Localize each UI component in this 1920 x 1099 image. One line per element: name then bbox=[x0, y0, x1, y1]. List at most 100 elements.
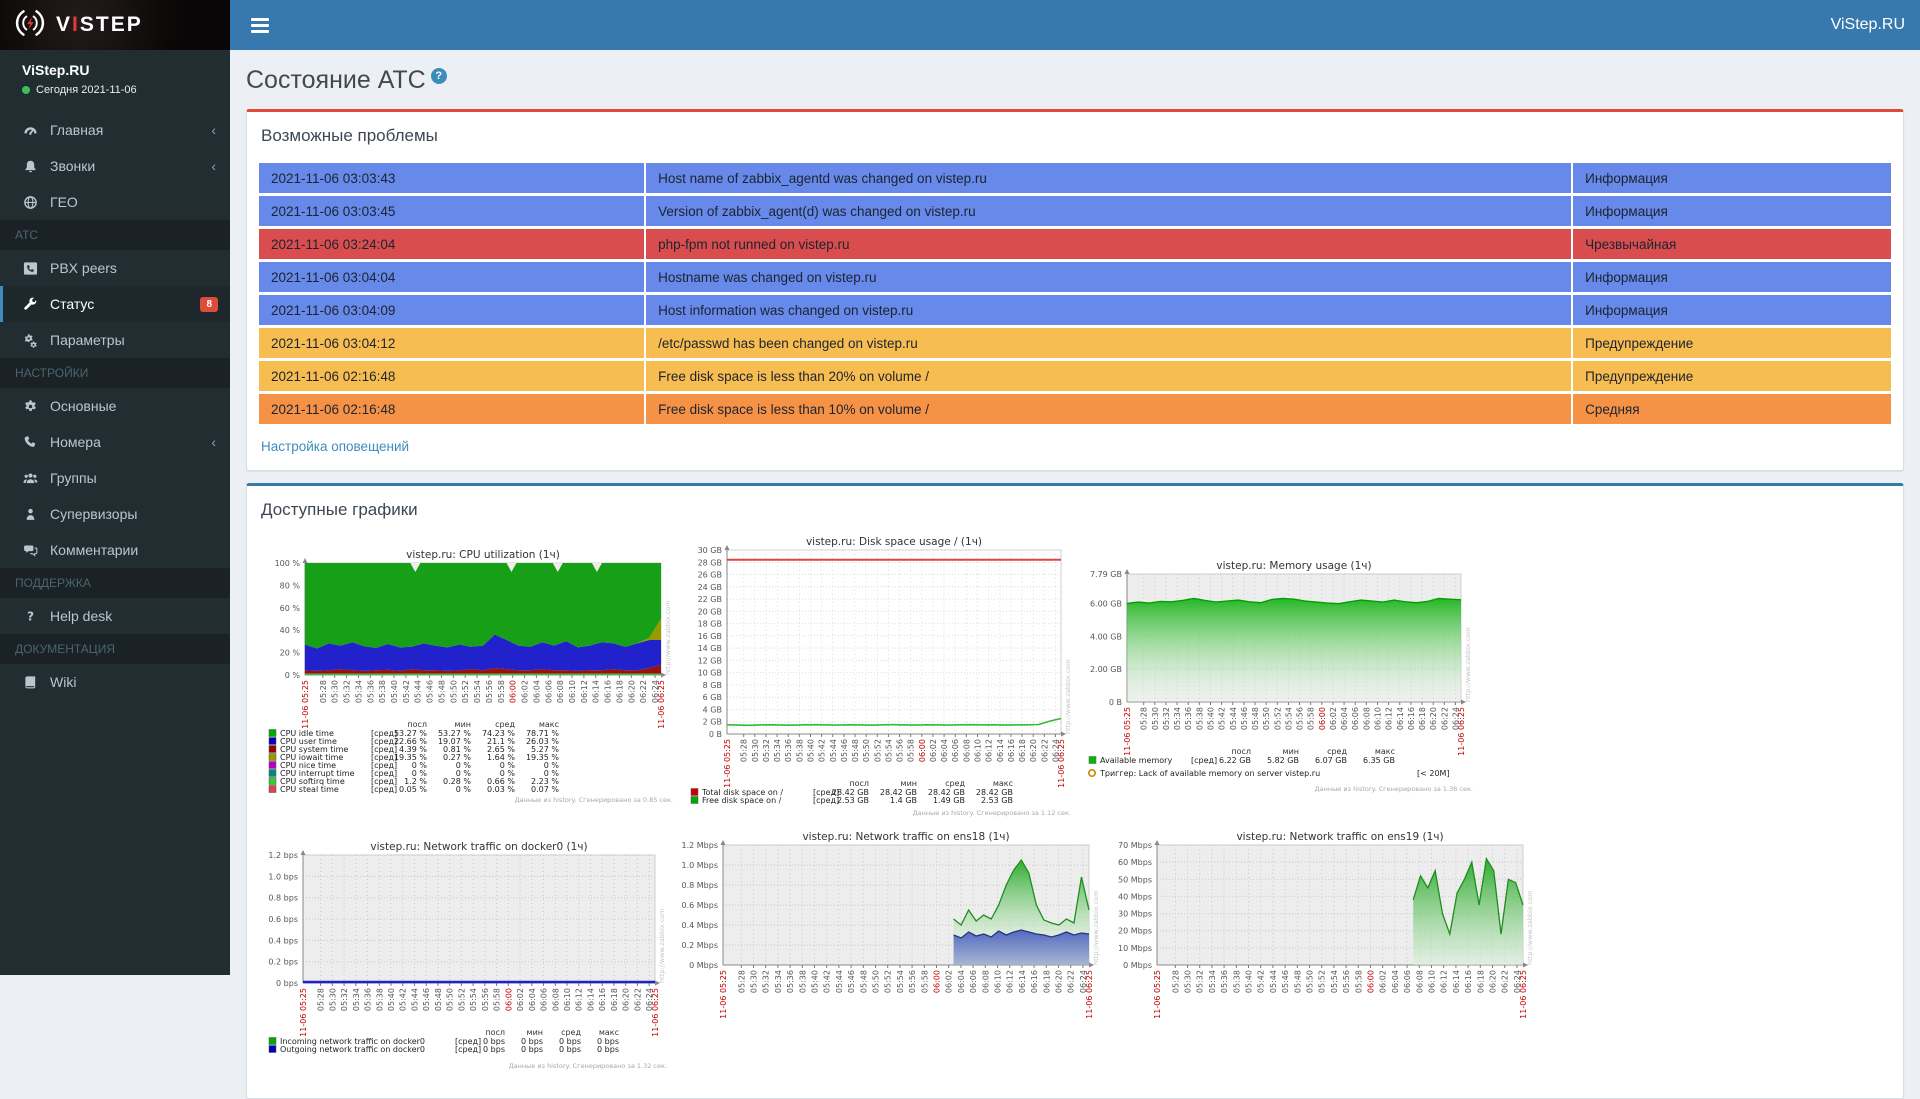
vistep-logo-icon bbox=[14, 8, 46, 43]
svg-text:06:10: 06:10 bbox=[563, 988, 572, 1011]
svg-text:посл: посл bbox=[485, 1028, 505, 1037]
svg-text:06:22: 06:22 bbox=[1067, 970, 1076, 993]
sidebar-item-параметры[interactable]: Параметры bbox=[0, 322, 230, 358]
svg-text:11-06 05:25: 11-06 05:25 bbox=[301, 680, 310, 729]
svg-text:05:46: 05:46 bbox=[422, 988, 431, 1011]
svg-text:0.4 Mbps: 0.4 Mbps bbox=[682, 921, 719, 930]
svg-text:05:52: 05:52 bbox=[873, 739, 882, 762]
svg-text:05:48: 05:48 bbox=[1293, 970, 1302, 993]
svg-text:Данные из history. Сгенерирова: Данные из history. Сгенерировано за 0.85… bbox=[515, 796, 673, 804]
sidebar-item-главная[interactable]: Главная‹ bbox=[0, 112, 230, 148]
logo-text: VISTEP bbox=[56, 13, 143, 37]
svg-text:05:30: 05:30 bbox=[1151, 707, 1160, 730]
sidebar-item-help-desk[interactable]: ? Help desk bbox=[0, 598, 230, 634]
svg-text:11-06 06:25: 11-06 06:25 bbox=[1057, 739, 1066, 788]
svg-text:06:04: 06:04 bbox=[957, 970, 966, 993]
svg-text:6.00 GB: 6.00 GB bbox=[1090, 599, 1122, 608]
problem-row: 2021-11-06 03:04:04Hostname was changed … bbox=[259, 262, 1891, 292]
svg-text:Free disk space on /: Free disk space on / bbox=[702, 796, 782, 805]
svg-text:06:20: 06:20 bbox=[622, 988, 631, 1011]
svg-text:06:20: 06:20 bbox=[627, 680, 636, 703]
svg-text:06:08: 06:08 bbox=[556, 680, 565, 703]
sidebar-item-супервизоры[interactable]: Супервизоры bbox=[0, 496, 230, 532]
svg-text:Данные из history. Сгенерирова: Данные из history. Сгенерировано за 1.32… bbox=[509, 1062, 667, 1070]
svg-text:11-06 05:25: 11-06 05:25 bbox=[719, 970, 728, 1019]
sidebar-item-статус[interactable]: Статус8 bbox=[0, 286, 230, 322]
charts-grid: vistep.ru: CPU utilization (1ч)100 %80 %… bbox=[259, 534, 1891, 1086]
svg-text:05:46: 05:46 bbox=[426, 680, 435, 703]
help-icon[interactable]: ? bbox=[431, 68, 447, 84]
svg-text:06:00: 06:00 bbox=[1367, 970, 1376, 993]
svg-text:05:44: 05:44 bbox=[1229, 707, 1238, 730]
svg-text:vistep.ru: Memory usage (1ч): vistep.ru: Memory usage (1ч) bbox=[1216, 560, 1371, 572]
problem-time: 2021-11-06 02:16:48 bbox=[259, 394, 644, 424]
alerts-settings-link[interactable]: Настройка оповещений bbox=[261, 439, 409, 454]
problem-severity: Средняя bbox=[1571, 394, 1891, 424]
svg-text:10 GB: 10 GB bbox=[698, 669, 722, 678]
svg-text:?: ? bbox=[26, 609, 33, 623]
svg-text:22 GB: 22 GB bbox=[698, 595, 722, 604]
sidebar-item-гео[interactable]: ГЕО bbox=[0, 184, 230, 220]
dashboard-icon bbox=[18, 123, 42, 138]
svg-text:0.03 %: 0.03 % bbox=[487, 785, 515, 794]
svg-text:05:34: 05:34 bbox=[1173, 707, 1182, 730]
svg-text:05:30: 05:30 bbox=[331, 680, 340, 703]
svg-text:06:16: 06:16 bbox=[1464, 970, 1473, 993]
problem-message: Host information was changed on vistep.r… bbox=[644, 295, 1571, 325]
svg-text:посл: посл bbox=[407, 720, 427, 729]
sidebar-item-label: Статус bbox=[50, 296, 94, 312]
svg-text:05:36: 05:36 bbox=[364, 988, 373, 1011]
graphs-panel: Доступные графики vistep.ru: CPU utiliza… bbox=[246, 483, 1904, 1099]
problem-severity: Информация bbox=[1571, 196, 1891, 226]
zabbix-graph-mem[interactable]: vistep.ru: Memory usage (1ч)7.79 GB6.00 … bbox=[1079, 558, 1477, 799]
svg-text:05:50: 05:50 bbox=[446, 988, 455, 1011]
svg-text:06:06: 06:06 bbox=[544, 680, 553, 703]
navbar-brand-link[interactable]: ViStep.RU bbox=[1831, 16, 1905, 34]
svg-text:мин: мин bbox=[527, 1028, 543, 1037]
svg-text:05:58: 05:58 bbox=[1354, 970, 1363, 993]
svg-text:05:56: 05:56 bbox=[1342, 970, 1351, 993]
svg-text:26 GB: 26 GB bbox=[698, 571, 722, 580]
svg-text:100 %: 100 % bbox=[275, 559, 301, 568]
svg-text:05:28: 05:28 bbox=[1140, 707, 1149, 730]
logo[interactable]: VISTEP bbox=[0, 0, 230, 50]
svg-text:посл: посл bbox=[1231, 747, 1251, 756]
problem-message: Free disk space is less than 20% on volu… bbox=[644, 361, 1571, 391]
sidebar-item-комментарии[interactable]: Комментарии bbox=[0, 532, 230, 568]
nav-section-header: ДОКУМЕНТАЦИЯ bbox=[0, 634, 230, 664]
zabbix-graph-cpu[interactable]: vistep.ru: CPU utilization (1ч)100 %80 %… bbox=[259, 547, 677, 810]
svg-text:4 GB: 4 GB bbox=[703, 705, 722, 714]
zabbix-graph-docker[interactable]: vistep.ru: Network traffic on docker0 (1… bbox=[259, 839, 671, 1076]
svg-text:06:14: 06:14 bbox=[1396, 707, 1405, 730]
svg-text:06:04: 06:04 bbox=[1391, 970, 1400, 993]
zabbix-graph-ens18[interactable]: vistep.ru: Network traffic on ens18 (1ч)… bbox=[675, 829, 1105, 1086]
svg-text:11-06 06:25: 11-06 06:25 bbox=[657, 680, 666, 729]
sidebar-toggle-button[interactable] bbox=[245, 12, 275, 39]
sidebar-item-номера[interactable]: Номера‹ bbox=[0, 424, 230, 460]
problem-message: /etc/passwd has been changed on vistep.r… bbox=[644, 328, 1571, 358]
sidebar-item-основные[interactable]: Основные bbox=[0, 388, 230, 424]
chevron-left-icon: ‹ bbox=[211, 122, 216, 138]
svg-text:05:52: 05:52 bbox=[1273, 707, 1282, 730]
svg-text:20 GB: 20 GB bbox=[698, 607, 722, 616]
svg-text:[сред]: [сред] bbox=[371, 785, 397, 794]
svg-text:2.00 GB: 2.00 GB bbox=[1090, 665, 1122, 674]
sidebar-item-звонки[interactable]: Звонки‹ bbox=[0, 148, 230, 184]
top-navbar: ViStep.RU bbox=[230, 0, 1920, 50]
svg-text:05:28: 05:28 bbox=[319, 680, 328, 703]
svg-text:20 Mbps: 20 Mbps bbox=[1118, 927, 1152, 936]
zabbix-graph-ens19[interactable]: vistep.ru: Network traffic on ens19 (1ч)… bbox=[1109, 829, 1539, 1086]
svg-text:05:50: 05:50 bbox=[1306, 970, 1315, 993]
sidebar-item-группы[interactable]: Группы bbox=[0, 460, 230, 496]
zabbix-graph-disk[interactable]: vistep.ru: Disk space usage / (1ч)30 GB2… bbox=[681, 534, 1075, 823]
sidebar-item-label: Help desk bbox=[50, 608, 112, 624]
sidebar-item-pbx-peers[interactable]: PBX peers bbox=[0, 250, 230, 286]
sidebar-item-wiki[interactable]: Wiki bbox=[0, 664, 230, 700]
svg-text:05:34: 05:34 bbox=[354, 680, 363, 703]
svg-text:05:34: 05:34 bbox=[773, 739, 782, 762]
svg-text:06:04: 06:04 bbox=[528, 988, 537, 1011]
svg-text:05:56: 05:56 bbox=[485, 680, 494, 703]
svg-text:макс: макс bbox=[539, 720, 559, 729]
problems-panel-title: Возможные проблемы bbox=[261, 126, 1891, 146]
nav-section-header: ПОДДЕРЖКА bbox=[0, 568, 230, 598]
